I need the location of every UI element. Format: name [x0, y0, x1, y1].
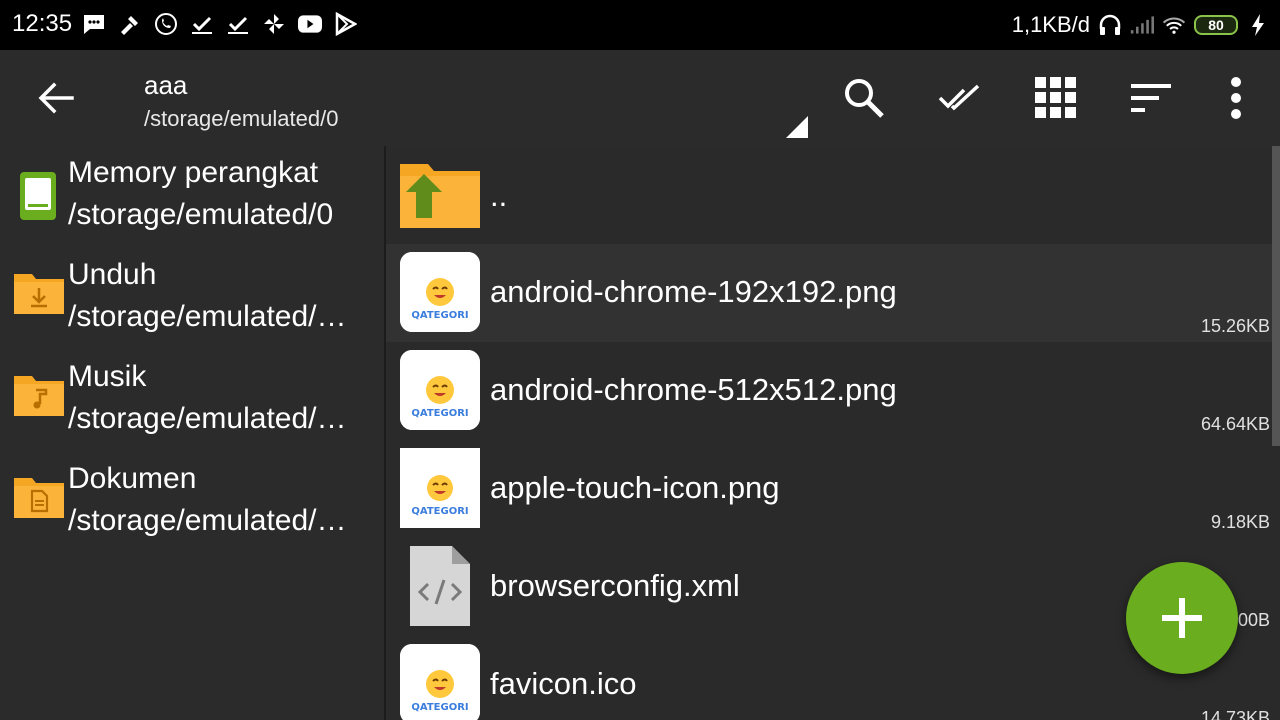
- document-folder-icon: [14, 474, 64, 522]
- plus-icon: [1162, 598, 1202, 638]
- page-path[interactable]: /storage/emulated/0: [144, 106, 338, 132]
- file-name: favicon.ico: [490, 666, 637, 701]
- dropdown-corner-icon[interactable]: [786, 116, 808, 138]
- more-vert-icon: [1231, 77, 1241, 119]
- location-path: /storage/emulated/0: [68, 198, 334, 231]
- arrow-back-icon: [38, 82, 74, 114]
- image-thumbnail: QATEGORI: [400, 644, 480, 720]
- scrollbar[interactable]: [1272, 146, 1280, 446]
- image-thumbnail: QATEGORI: [400, 350, 480, 430]
- file-name: apple-touch-icon.png: [490, 470, 780, 505]
- file-row-parent[interactable]: ..: [386, 146, 1272, 244]
- file-row[interactable]: QATEGORI android-chrome-512x512.png 64.6…: [386, 342, 1272, 440]
- back-button[interactable]: [30, 76, 82, 120]
- sort-button[interactable]: [1128, 74, 1176, 122]
- download-folder-icon: [14, 270, 64, 318]
- music-folder-icon: [14, 372, 64, 420]
- add-button[interactable]: [1126, 562, 1238, 674]
- location-item-memory[interactable]: Memory perangkat /storage/emulated/0: [0, 146, 384, 248]
- wifi-icon: [1162, 13, 1186, 37]
- location-name: Dokumen: [68, 462, 197, 495]
- file-size: 00B: [1237, 610, 1270, 630]
- file-size: 15.26KB: [1200, 316, 1270, 336]
- file-size: 14.73KB: [1200, 708, 1270, 720]
- location-name: Memory perangkat: [68, 156, 319, 189]
- location-name: Unduh: [68, 258, 157, 291]
- battery-indicator: 80: [1194, 15, 1238, 35]
- file-size: 64.64KB: [1200, 414, 1270, 434]
- thumbnail-text: QATEGORI: [411, 506, 468, 517]
- notification-icons: [82, 12, 358, 36]
- file-name: android-chrome-512x512.png: [490, 372, 897, 407]
- grid-view-icon: [1035, 77, 1076, 118]
- parent-folder-icon: [398, 160, 482, 230]
- headset-icon: [1098, 13, 1122, 37]
- location-path: /storage/emulated/…: [68, 300, 347, 333]
- file-name: browserconfig.xml: [490, 568, 740, 603]
- location-item-documents[interactable]: Dokumen /storage/emulated/…: [0, 452, 384, 554]
- status-right: 1,1KB/d 80: [1012, 12, 1270, 38]
- thumbnail-text: QATEGORI: [411, 702, 468, 713]
- network-speed: 1,1KB/d: [1011, 12, 1090, 37]
- play-store-icon: [334, 12, 358, 36]
- signal-icon: [1130, 13, 1154, 37]
- location-item-download[interactable]: Unduh /storage/emulated/…: [0, 248, 384, 350]
- toolbar: aaa /storage/emulated/0: [0, 50, 1280, 146]
- location-path: /storage/emulated/…: [68, 504, 347, 537]
- file-name: android-chrome-192x192.png: [490, 274, 897, 309]
- thumbnail-text: QATEGORI: [411, 310, 468, 321]
- file-name: ..: [490, 178, 508, 213]
- search-icon: [845, 79, 884, 118]
- location-name: Musik: [68, 360, 147, 393]
- sort-icon: [1131, 84, 1171, 112]
- select-all-icon: [938, 84, 980, 111]
- grid-view-button[interactable]: [1032, 74, 1080, 122]
- thumbnail-text: QATEGORI: [411, 408, 468, 419]
- device-storage-icon: [14, 168, 62, 220]
- youtube-icon: [298, 12, 322, 36]
- file-row[interactable]: QATEGORI android-chrome-192x192.png 15.2…: [386, 244, 1272, 342]
- file-row[interactable]: QATEGORI apple-touch-icon.png 9.18KB: [386, 440, 1272, 538]
- pinwheel-icon: [262, 12, 286, 36]
- select-all-button[interactable]: [936, 74, 984, 122]
- tools-icon: [118, 12, 142, 36]
- xml-file-icon: [408, 544, 472, 628]
- image-thumbnail: QATEGORI: [400, 252, 480, 332]
- image-thumbnail: QATEGORI: [400, 448, 480, 528]
- locations-panel: Memory perangkat /storage/emulated/0 Und…: [0, 146, 384, 720]
- location-path: /storage/emulated/…: [68, 402, 347, 435]
- check-icon: [190, 12, 214, 36]
- status-bar: 12:35 1,1KB/d 80: [0, 0, 1280, 50]
- charging-icon: [1246, 13, 1270, 37]
- check-icon: [226, 12, 250, 36]
- more-options-button[interactable]: [1212, 74, 1260, 122]
- page-title: aaa: [144, 70, 188, 100]
- search-button[interactable]: [840, 74, 888, 122]
- file-size: 9.18KB: [1210, 512, 1270, 532]
- whatsapp-icon: [154, 12, 178, 36]
- status-time: 12:35: [12, 10, 73, 37]
- chat-icon: [82, 12, 106, 36]
- location-item-music[interactable]: Musik /storage/emulated/…: [0, 350, 384, 452]
